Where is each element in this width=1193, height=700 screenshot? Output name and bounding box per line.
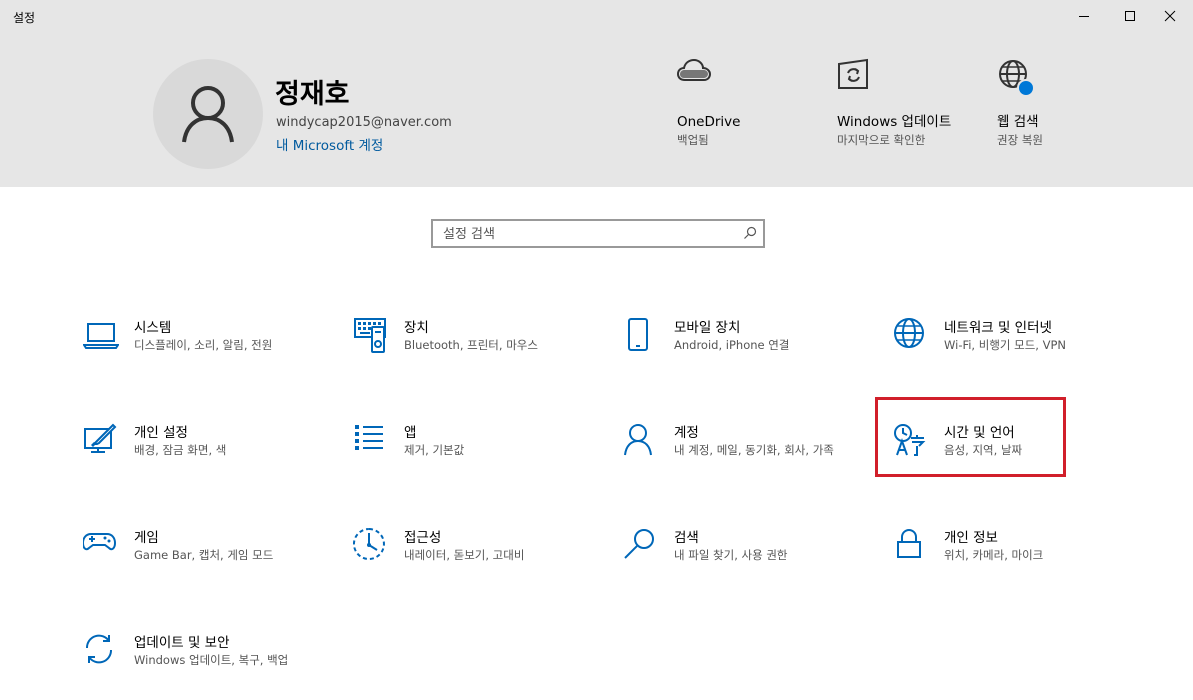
- close-icon: [1164, 10, 1176, 22]
- category-time-language[interactable]: 시간 및 언어 음성, 지역, 날짜: [893, 423, 1143, 483]
- quick-action-title: 웹 검색: [997, 114, 1039, 130]
- category-title: 접근성: [404, 530, 442, 546]
- sync-icon: [85, 634, 113, 664]
- search-input[interactable]: [443, 224, 733, 244]
- category-gaming[interactable]: 게임 Game Bar, 캡처, 게임 모드: [83, 528, 333, 588]
- category-subtitle: 내 계정, 메일, 동기화, 회사, 가족: [674, 443, 834, 457]
- settings-search-box[interactable]: [431, 219, 765, 248]
- personalization-icon: [84, 423, 117, 453]
- category-subtitle: 내 파일 찾기, 사용 권한: [674, 548, 788, 562]
- time-language-icon: [894, 424, 926, 456]
- category-system[interactable]: 시스템 디스플레이, 소리, 알림, 전원: [83, 318, 333, 378]
- category-subtitle: 배경, 잠금 화면, 색: [134, 443, 227, 457]
- category-subtitle: 위치, 카메라, 마이크: [944, 548, 1044, 562]
- category-apps[interactable]: 앱 제거, 기본값: [353, 423, 603, 483]
- apps-list-icon: [355, 425, 383, 450]
- category-title: 네트워크 및 인터넷: [944, 320, 1052, 336]
- phone-icon: [628, 318, 648, 351]
- globe-icon: [999, 60, 1035, 97]
- category-subtitle: 디스플레이, 소리, 알림, 전원: [134, 338, 273, 352]
- category-subtitle: Bluetooth, 프린터, 마우스: [404, 338, 538, 352]
- quick-action-title: OneDrive: [677, 114, 741, 130]
- title-bar: 설정: [0, 0, 1193, 34]
- category-subtitle: Wi-Fi, 비행기 모드, VPN: [944, 338, 1067, 352]
- keyboard-device-icon: [354, 318, 386, 353]
- category-title: 계정: [674, 425, 699, 441]
- category-title: 게임: [134, 530, 159, 546]
- quick-action-onedrive[interactable]: OneDrive 백업됨: [677, 58, 797, 149]
- category-subtitle: Windows 업데이트, 복구, 백업: [134, 653, 289, 667]
- category-subtitle: 음성, 지역, 날짜: [944, 443, 1023, 457]
- lock-icon: [897, 529, 921, 558]
- category-update-security[interactable]: 업데이트 및 보안 Windows 업데이트, 복구, 백업: [83, 633, 333, 693]
- gamepad-icon: [83, 533, 117, 551]
- user-name: 정재호: [275, 79, 350, 110]
- category-title: 개인 정보: [944, 530, 998, 546]
- quick-action-web-search[interactable]: 웹 검색 권장 복원: [997, 58, 1117, 149]
- person-icon: [182, 86, 234, 143]
- category-mobile[interactable]: 모바일 장치 Android, iPhone 연결: [623, 318, 873, 378]
- category-title: 시간 및 언어: [944, 425, 1015, 441]
- cloud-icon: [677, 58, 711, 81]
- category-network[interactable]: 네트워크 및 인터넷 Wi-Fi, 비행기 모드, VPN: [893, 318, 1143, 378]
- user-email: windycap2015@naver.com: [276, 115, 452, 130]
- search-icon[interactable]: [743, 226, 757, 240]
- category-title: 시스템: [134, 320, 172, 336]
- accessibility-icon: [353, 528, 385, 560]
- category-title: 모바일 장치: [674, 320, 741, 336]
- laptop-icon: [83, 323, 119, 349]
- category-subtitle: 내레이터, 돋보기, 고대비: [404, 548, 525, 562]
- windows-update-icon: [838, 58, 868, 89]
- category-devices[interactable]: 장치 Bluetooth, 프린터, 마우스: [353, 318, 603, 378]
- category-personalization[interactable]: 개인 설정 배경, 잠금 화면, 색: [83, 423, 333, 483]
- category-title: 업데이트 및 보안: [134, 635, 230, 651]
- quick-action-windows-update[interactable]: Windows 업데이트 마지막으로 확인한: [837, 58, 957, 149]
- category-subtitle: Game Bar, 캡처, 게임 모드: [134, 548, 274, 562]
- close-button[interactable]: [1147, 0, 1193, 32]
- category-subtitle: Android, iPhone 연결: [674, 338, 790, 352]
- quick-action-subtitle: 마지막으로 확인한: [837, 133, 926, 147]
- magnifier-icon: [624, 529, 654, 559]
- category-privacy[interactable]: 개인 정보 위치, 카메라, 마이크: [893, 528, 1143, 588]
- minimize-button[interactable]: [1061, 0, 1107, 32]
- quick-action-title: Windows 업데이트: [837, 114, 952, 130]
- microsoft-account-link[interactable]: 내 Microsoft 계정: [276, 134, 383, 154]
- avatar[interactable]: [153, 59, 263, 169]
- category-search[interactable]: 검색 내 파일 찾기, 사용 권한: [623, 528, 873, 588]
- quick-action-subtitle: 백업됨: [677, 133, 709, 147]
- category-title: 개인 설정: [134, 425, 188, 441]
- category-title: 장치: [404, 320, 429, 336]
- quick-action-subtitle: 권장 복원: [997, 133, 1043, 147]
- category-title: 검색: [674, 530, 699, 546]
- category-subtitle: 제거, 기본값: [404, 443, 465, 457]
- category-accessibility[interactable]: 접근성 내레이터, 돋보기, 고대비: [353, 528, 603, 588]
- app-title: 설정: [13, 11, 36, 25]
- account-icon: [624, 424, 652, 456]
- minimize-icon: [1079, 16, 1089, 17]
- maximize-icon: [1125, 11, 1135, 21]
- category-accounts[interactable]: 계정 내 계정, 메일, 동기화, 회사, 가족: [623, 423, 873, 483]
- network-globe-icon: [894, 318, 924, 348]
- category-title: 앱: [404, 425, 417, 441]
